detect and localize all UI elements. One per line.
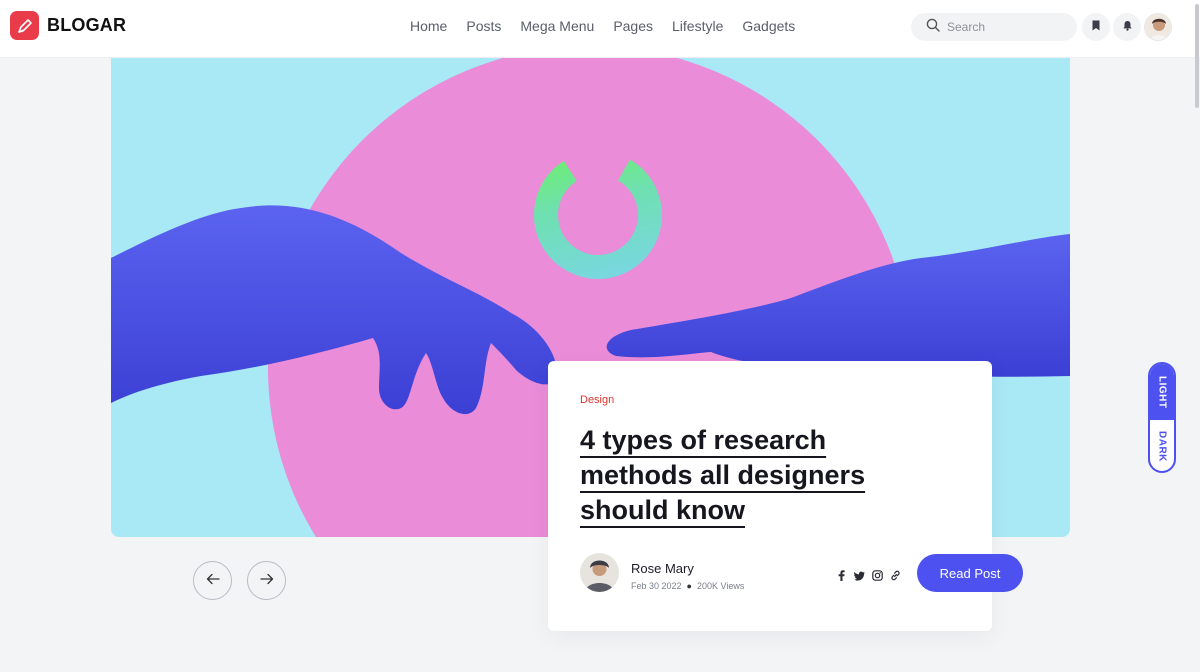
post-date: Feb 30 2022: [631, 581, 682, 591]
nav-gadgets[interactable]: Gadgets: [742, 18, 795, 34]
post-title[interactable]: 4 types of research methods all designer…: [580, 423, 910, 528]
post-meta: Feb 30 2022 ● 200K Views: [631, 581, 744, 591]
main-nav: Home Posts Mega Menu Pages Lifestyle Gad…: [410, 18, 795, 34]
search-box[interactable]: [911, 13, 1077, 41]
post-views: 200K Views: [696, 581, 745, 591]
instagram-icon[interactable]: [872, 570, 883, 581]
read-post-button[interactable]: Read Post: [917, 554, 1023, 592]
twitter-icon[interactable]: [854, 570, 865, 581]
bookmark-button[interactable]: [1082, 13, 1110, 41]
share-icons: [836, 570, 901, 581]
post-title-line-1[interactable]: 4 types of research: [580, 425, 826, 455]
link-icon[interactable]: [890, 570, 901, 581]
nav-posts[interactable]: Posts: [466, 18, 501, 34]
arrow-right-icon: [259, 572, 274, 590]
dark-mode-label: DARK: [1156, 431, 1168, 462]
search-input[interactable]: [947, 20, 1067, 34]
facebook-icon[interactable]: [836, 570, 847, 581]
light-mode-button[interactable]: LIGHT: [1150, 364, 1174, 420]
post-title-line-3[interactable]: should know: [580, 495, 745, 525]
next-slide-button[interactable]: [247, 561, 286, 600]
notification-button[interactable]: [1113, 13, 1141, 41]
arrow-left-icon: [206, 572, 220, 590]
nav-lifestyle[interactable]: Lifestyle: [672, 18, 723, 34]
nav-pages[interactable]: Pages: [613, 18, 653, 34]
light-mode-label: LIGHT: [1156, 375, 1168, 409]
dark-mode-button[interactable]: DARK: [1150, 420, 1174, 471]
post-title-line-2[interactable]: methods all designers: [580, 460, 865, 490]
meta-separator: ●: [686, 581, 692, 591]
logo-text: BLOGAR: [47, 15, 127, 35]
bookmark-icon: [1091, 18, 1101, 36]
featured-post-card: Design 4 types of research methods all d…: [548, 361, 992, 631]
bell-icon: [1122, 18, 1133, 36]
author-name[interactable]: Rose Mary: [631, 561, 694, 576]
prev-slide-button[interactable]: [193, 561, 232, 600]
search-icon: [926, 18, 940, 37]
post-category[interactable]: Design: [580, 394, 614, 406]
page-scrollbar[interactable]: [1195, 4, 1199, 108]
user-avatar[interactable]: [1144, 13, 1172, 41]
nav-mega-menu[interactable]: Mega Menu: [520, 18, 594, 34]
top-header: BLOGAR Home Posts Mega Menu Pages Lifest…: [0, 0, 1200, 58]
pen-icon: [10, 11, 39, 40]
author-avatar[interactable]: [580, 553, 619, 592]
nav-home[interactable]: Home: [410, 18, 447, 34]
theme-switcher: LIGHT DARK: [1148, 362, 1176, 473]
site-logo[interactable]: BLOGAR: [10, 11, 126, 40]
